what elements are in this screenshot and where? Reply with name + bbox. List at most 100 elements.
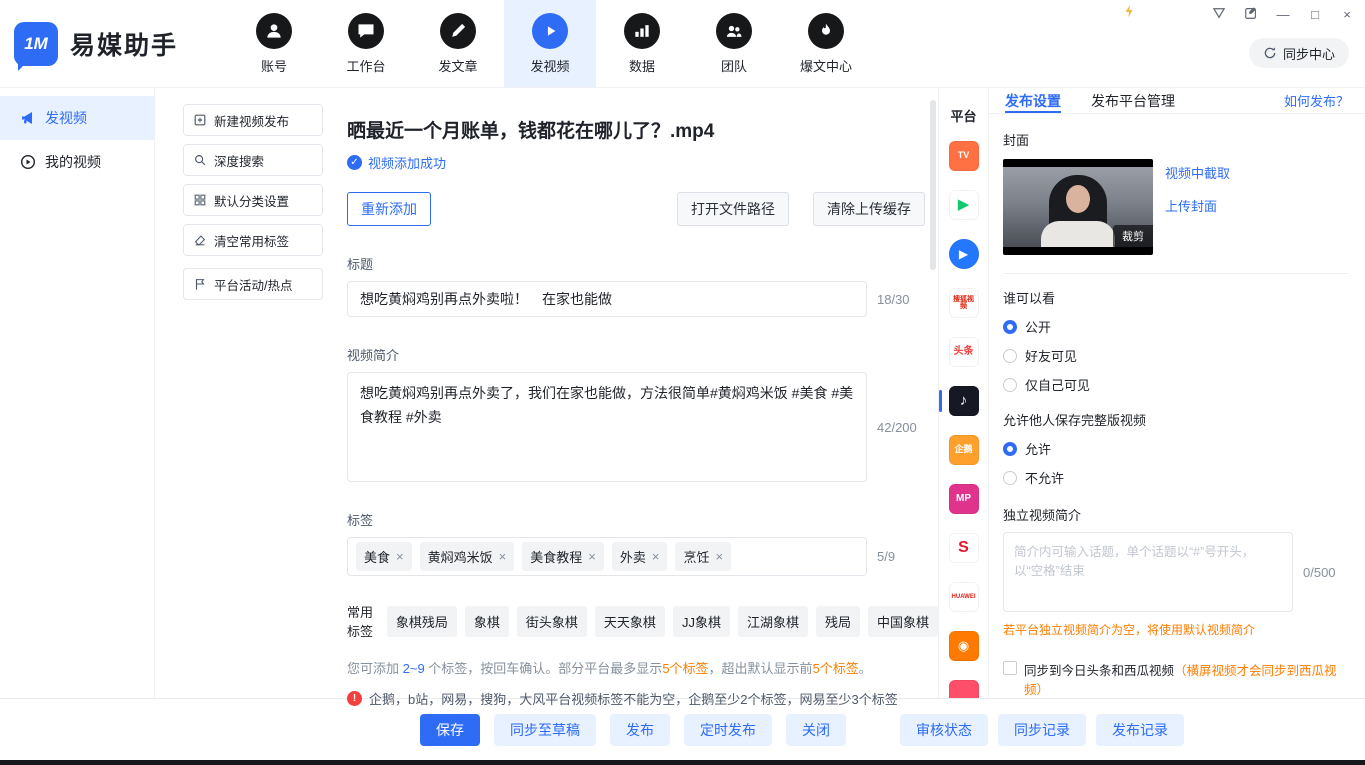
common-tag-chip[interactable]: 象棋 [465,606,509,637]
footer-action-button[interactable]: 定时发布 [684,714,772,746]
visibility-label: 谁可以看 [1003,288,1349,307]
independent-desc-note: 若平台独立视频简介为空，将使用默认视频简介 [1003,621,1349,638]
how-to-publish-link[interactable]: 如何发布？ [1284,91,1349,110]
platform-list: TV ▶ ▶ 搜狐视频 头条 ♪ 企鹅 MP S HUAW [949,141,979,698]
pen-icon [440,13,476,49]
visibility-option[interactable]: 公开 [1003,317,1349,336]
crop-button[interactable]: 裁剪 [1113,225,1153,247]
sync-toutiao-checkbox[interactable] [1003,661,1017,675]
video-editor: 晒最近一个月账单，钱都花在哪儿了？.mp4 ✓ 视频添加成功 重新添加 打开文件… [335,88,938,698]
signal-icon[interactable] [1211,7,1227,22]
platform-rail: 平台 TV ▶ ▶ 搜狐视频 头条 ♪ 企鹅 MP [938,88,988,698]
deep-search-button[interactable]: 深度搜索 [183,144,323,176]
allow-save-option[interactable]: 允许 [1003,439,1349,458]
description-label: 视频简介 [347,345,938,364]
platform-tile[interactable] [949,680,979,698]
tags-input[interactable]: 美食 × 黄焖鸡米饭 × 美食教程 × [347,537,867,576]
check-circle-icon: ✓ [347,155,362,170]
left-sidebar: 发视频 我的视频 [0,88,155,698]
quick-actions-panel: 新建视频发布 深度搜索 默认分类设置 清空常用标签 平台活动/热点 [155,88,335,698]
platform-activity-button[interactable]: 平台活动/热点 [183,268,323,300]
independent-desc-textarea[interactable] [1003,532,1293,612]
default-category-settings-button[interactable]: 默认分类设置 [183,184,323,216]
independent-desc-label: 独立视频简介 [1003,505,1349,524]
tab-publish-settings[interactable]: 发布设置 [1005,88,1061,113]
new-video-publish-button[interactable]: 新建视频发布 [183,104,323,136]
taskbar-strip [0,760,1365,765]
allow-save-option[interactable]: 不允许 [1003,468,1349,487]
maximize-button[interactable]: □ [1307,7,1323,22]
file-actions-row: 重新添加 打开文件路径 清除上传缓存 [347,192,925,226]
footer-action-button[interactable]: 保存 [420,714,480,746]
independent-desc-counter: 0/500 [1303,565,1336,580]
visibility-option[interactable]: 好友可见 [1003,346,1349,365]
common-tag-chip[interactable]: JJ象棋 [673,606,730,637]
cover-row: 裁剪 视频中截取 上传封面 [1003,159,1349,255]
footer-action-button[interactable]: 同步至草稿 [494,714,596,746]
scrollbar[interactable] [930,100,936,270]
publish-tabs: 发布设置 发布平台管理 如何发布？ [989,88,1365,114]
remove-tag-icon[interactable]: × [715,549,723,564]
platform-tile[interactable]: ◉ [949,631,979,661]
remove-tag-icon[interactable]: × [499,549,507,564]
footer-action-button[interactable]: 关闭 [786,714,846,746]
close-button[interactable]: × [1339,7,1355,22]
platform-tile[interactable]: HUAWEI [949,582,979,612]
tab-platform-manage[interactable]: 发布平台管理 [1091,88,1175,113]
common-tag-chip[interactable]: 中国象棋 [868,606,938,637]
common-tag-chip[interactable]: 街头象棋 [517,606,587,637]
footer-record-button[interactable]: 发布记录 [1096,714,1184,746]
sidebar-item-publish-video[interactable]: 发视频 [0,96,154,140]
common-tag-chip[interactable]: 天天象棋 [595,606,665,637]
sync-center-button[interactable]: 同步中心 [1249,38,1349,68]
platform-rail-label: 平台 [950,106,976,125]
open-file-path-button[interactable]: 打开文件路径 [677,192,789,226]
common-tags-list: 象棋残局 象棋 街头象棋 天天象棋 JJ象棋 江湖象棋 残局 中国象棋 [387,606,938,637]
nav-item-hot-center[interactable]: 爆文中心 [780,0,872,87]
common-tag-chip[interactable]: 象棋残局 [387,606,457,637]
platform-tile[interactable]: S [949,533,979,563]
platform-tile[interactable]: TV [949,141,979,171]
platform-tile[interactable]: 头条 [949,337,979,367]
platform-tile[interactable]: ▶ [949,239,979,269]
platform-tile[interactable]: ♪ [949,386,979,416]
main-region: 发视频 我的视频 新建视频发布 深度搜索 默认分类设置 清 [0,88,1365,698]
minimize-button[interactable]: — [1275,7,1291,22]
video-description-textarea[interactable]: 想吃黄焖鸡别再点外卖了，我们在家也能做，方法很简单#黄焖鸡米饭 #美食 #美食教… [347,372,867,482]
capture-from-video-link[interactable]: 视频中截取 [1165,163,1230,182]
team-icon [716,13,752,49]
platform-tile[interactable]: 搜狐视频 [949,288,979,318]
platform-tile[interactable]: MP [949,484,979,514]
video-title-input[interactable] [347,281,867,317]
platform-tile[interactable]: 企鹅 [949,435,979,465]
common-tag-chip[interactable]: 江湖象棋 [738,606,808,637]
remove-tag-icon[interactable]: × [652,549,660,564]
upload-cover-link[interactable]: 上传封面 [1165,196,1230,215]
readd-video-button[interactable]: 重新添加 [347,192,431,226]
cover-thumbnail[interactable]: 裁剪 [1003,159,1153,255]
platform-tile[interactable]: ▶ [949,190,979,220]
footer-record-button[interactable]: 审核状态 [900,714,988,746]
nav-item-data[interactable]: 数据 [596,0,688,87]
footer-action-button[interactable]: 发布 [610,714,670,746]
nav-item-publish-article[interactable]: 发文章 [412,0,504,87]
nav-item-team[interactable]: 团队 [688,0,780,87]
remove-tag-icon[interactable]: × [588,549,596,564]
tags-hint: 您可添加 2~9 个标签，按回车确认。部分平台最多显示5个标签，超出默认显示前5… [347,658,938,677]
sidebar-item-my-videos[interactable]: 我的视频 [0,140,154,184]
visibility-option[interactable]: 仅自己可见 [1003,375,1349,394]
clear-common-tags-button[interactable]: 清空常用标签 [183,224,323,256]
visibility-options: 公开 好友可见 仅自己可见 [1003,317,1349,394]
nav-item-workbench[interactable]: 工作台 [320,0,412,87]
remove-tag-icon[interactable]: × [396,549,404,564]
top-bar: 1M 易媒助手 账号 工作台 发文章 [0,0,1365,88]
warning-icon: ! [347,691,362,706]
footer-record-button[interactable]: 同步记录 [998,714,1086,746]
edit-window-icon[interactable] [1243,6,1259,23]
footer-primary-actions: 保存 同步至草稿 发布 定时发布 关闭 [420,714,846,746]
common-tags-label: 常用标签 [347,602,377,640]
nav-item-publish-video[interactable]: 发视频 [504,0,596,87]
nav-item-account[interactable]: 账号 [228,0,320,87]
common-tag-chip[interactable]: 残局 [816,606,860,637]
clear-upload-cache-button[interactable]: 清除上传缓存 [813,192,925,226]
